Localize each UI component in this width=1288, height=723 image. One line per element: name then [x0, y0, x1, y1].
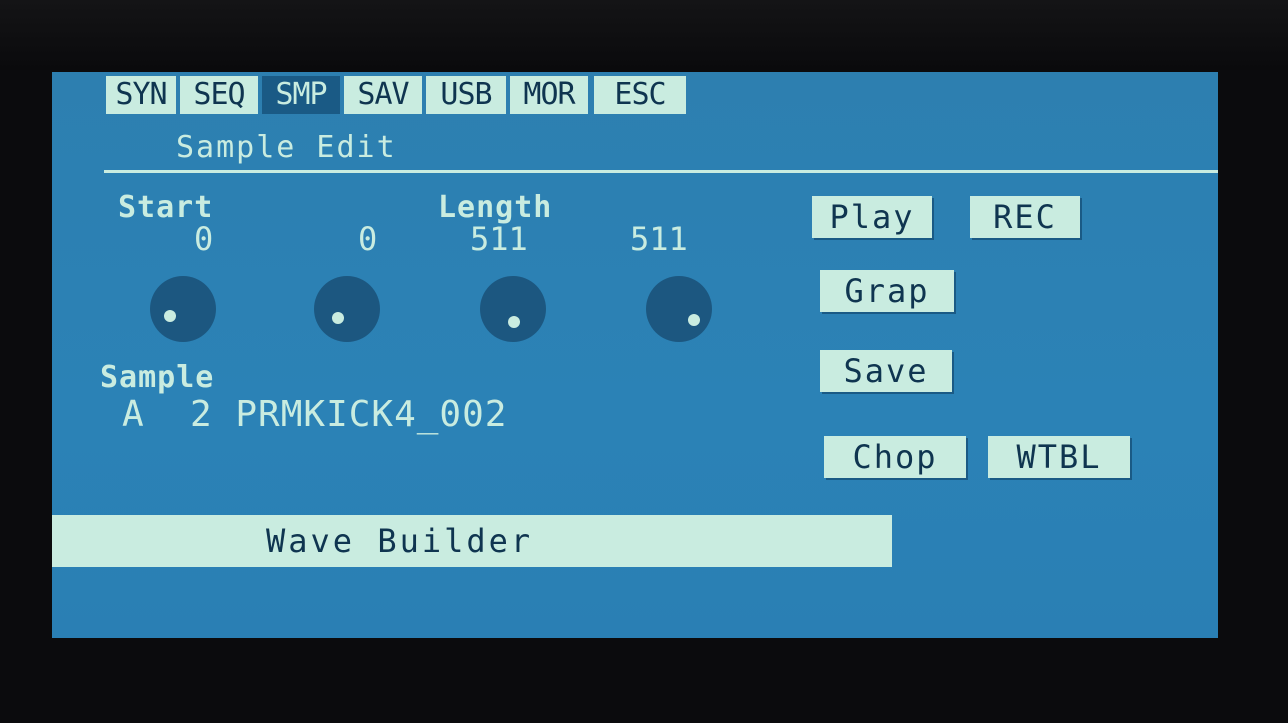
knob-4[interactable]	[646, 276, 712, 342]
grap-button[interactable]: Grap	[820, 270, 954, 312]
wave-builder-bar[interactable]: Wave Builder	[52, 515, 892, 567]
wtbl-button[interactable]: WTBL	[988, 436, 1130, 478]
knob-start[interactable]	[150, 276, 216, 342]
param-value-3: 511	[470, 220, 528, 258]
sample-name[interactable]: A 2 PRMKICK4_002	[122, 394, 507, 435]
param-value-4: 511	[630, 220, 688, 258]
lcd-screen: SYN SEQ SMP SAV USB MOR ESC Sample Edit …	[52, 72, 1218, 638]
sample-label: Sample	[100, 360, 215, 395]
menu-smp[interactable]: SMP	[262, 76, 340, 114]
knob-2[interactable]	[314, 276, 380, 342]
wave-builder-label: Wave Builder	[266, 522, 534, 560]
knob-indicator	[164, 310, 176, 322]
menu-syn[interactable]: SYN	[106, 76, 176, 114]
knob-indicator	[508, 316, 520, 328]
play-button[interactable]: Play	[812, 196, 932, 238]
knob-length[interactable]	[480, 276, 546, 342]
title-divider	[104, 170, 1218, 173]
param-value-1: 0	[194, 220, 214, 258]
rec-button[interactable]: REC	[970, 196, 1080, 238]
menu-esc[interactable]: ESC	[594, 76, 686, 114]
device-bezel	[0, 0, 1288, 70]
menu-seq[interactable]: SEQ	[180, 76, 258, 114]
param-value-2: 0	[358, 220, 378, 258]
menu-mor[interactable]: MOR	[510, 76, 588, 114]
knob-indicator	[332, 312, 344, 324]
chop-button[interactable]: Chop	[824, 436, 966, 478]
menu-sav[interactable]: SAV	[344, 76, 422, 114]
menu-usb[interactable]: USB	[426, 76, 506, 114]
page-title: Sample Edit	[176, 130, 397, 165]
knob-indicator	[688, 314, 700, 326]
save-button[interactable]: Save	[820, 350, 952, 392]
